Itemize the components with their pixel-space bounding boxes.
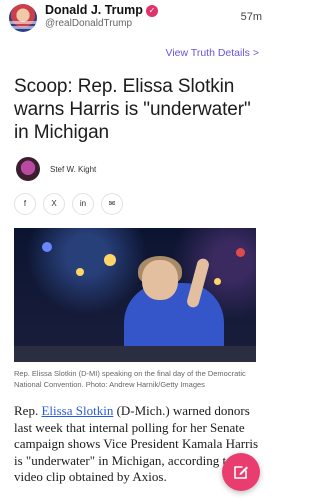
author-avatar[interactable] xyxy=(9,4,37,32)
author-handle: @realDonaldTrump xyxy=(45,18,133,29)
facebook-icon: f xyxy=(23,199,27,208)
x-share-button[interactable]: X xyxy=(43,193,65,215)
view-truth-details-link[interactable]: View Truth Details > xyxy=(166,47,260,59)
email-share-button[interactable]: ✉ xyxy=(101,193,123,215)
photo-caption: Rep. Elissa Slotkin (D-MI) speaking on t… xyxy=(14,369,246,389)
article-photo[interactable] xyxy=(14,228,256,362)
linkedin-icon: in xyxy=(79,199,87,208)
article-headline[interactable]: Scoop: Rep. Elissa Slotkin warns Harris … xyxy=(14,75,262,144)
facebook-share-button[interactable]: f xyxy=(14,193,36,215)
byline-name[interactable]: Stef W. Kight xyxy=(50,165,96,174)
compose-button[interactable] xyxy=(222,453,260,491)
linkedin-share-button[interactable]: in xyxy=(72,193,94,215)
body-prefix: Rep. xyxy=(14,403,42,418)
byline-avatar xyxy=(16,157,40,181)
post-time: 57m xyxy=(240,11,262,23)
x-icon: X xyxy=(51,199,57,208)
elissa-slotkin-link[interactable]: Elissa Slotkin xyxy=(41,403,113,418)
author-name-text: Donald J. Trump xyxy=(45,3,143,17)
verified-badge-icon: ✓ xyxy=(145,5,158,17)
chevron-right-icon: > xyxy=(252,47,259,59)
email-icon: ✉ xyxy=(108,199,116,208)
view-truth-details-label: View Truth Details xyxy=(165,47,250,59)
author-name[interactable]: Donald J. Trump ✓ xyxy=(45,3,158,17)
compose-icon xyxy=(234,466,248,479)
post-header: Donald J. Trump ✓ @realDonaldTrump 57m xyxy=(0,0,271,40)
